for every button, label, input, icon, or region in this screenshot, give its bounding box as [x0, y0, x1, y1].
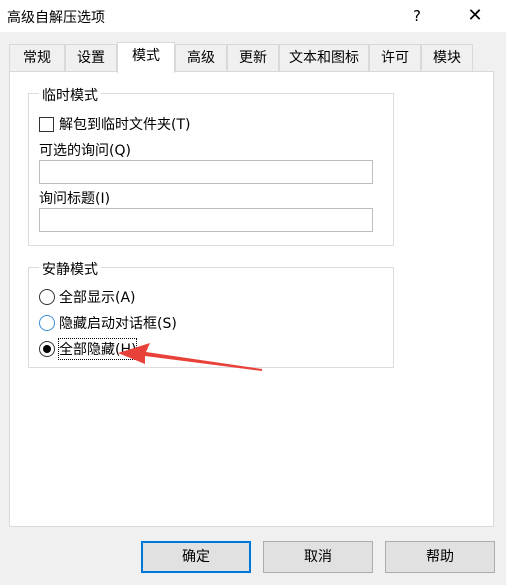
tab-update[interactable]: 更新: [227, 44, 279, 72]
temp-mode-title: 临时模式: [39, 85, 101, 105]
tab-module[interactable]: 模块: [421, 44, 473, 72]
ok-button[interactable]: 确定: [141, 541, 251, 573]
unpack-to-temp-checkbox[interactable]: [39, 116, 54, 132]
query-title-label: 询问标题(I): [39, 191, 111, 207]
tab-settings[interactable]: 设置: [65, 44, 117, 72]
unpack-to-temp-label: 解包到临时文件夹(T): [59, 117, 191, 133]
optional-query-label: 可选的询问(Q): [39, 143, 131, 159]
help-button[interactable]: 帮助: [385, 541, 495, 573]
unpack-to-temp-option[interactable]: 解包到临时文件夹(T): [39, 114, 190, 134]
close-icon[interactable]: ✕: [452, 0, 498, 32]
hide-all-option[interactable]: 全部隐藏(H): [39, 338, 138, 360]
show-all-radio[interactable]: [39, 289, 55, 305]
hide-start-dialog-option[interactable]: 隐藏启动对话框(S): [39, 313, 177, 333]
hide-start-dialog-radio[interactable]: [39, 315, 55, 331]
hide-all-radio[interactable]: [39, 341, 55, 357]
hide-all-label: 全部隐藏(H): [57, 338, 138, 360]
show-all-option[interactable]: 全部显示(A): [39, 287, 136, 307]
show-all-label: 全部显示(A): [59, 290, 136, 306]
silent-mode-group: 安静模式 全部显示(A) 隐藏启动对话框(S) 全部隐藏(H): [28, 259, 394, 368]
tab-strip: 常规 设置 模式 高级 更新 文本和图标 许可 模块: [9, 42, 489, 73]
cancel-button[interactable]: 取消: [263, 541, 373, 573]
window-title: 高级自解压选项: [7, 10, 105, 26]
tab-general[interactable]: 常规: [9, 44, 65, 72]
help-icon-button[interactable]: ?: [394, 0, 440, 32]
tab-text-and-icon[interactable]: 文本和图标: [279, 44, 369, 72]
tab-panel-mode: 临时模式 解包到临时文件夹(T) 可选的询问(Q) 询问标题(I) 安静模式 全…: [9, 71, 494, 527]
query-title-input[interactable]: [39, 208, 373, 232]
silent-mode-title: 安静模式: [39, 259, 101, 279]
hide-start-dialog-label: 隐藏启动对话框(S): [59, 316, 177, 332]
title-bar: 高级自解压选项 ? ✕: [0, 0, 506, 32]
tab-license[interactable]: 许可: [369, 44, 421, 72]
optional-query-input[interactable]: [39, 160, 373, 184]
tab-advanced[interactable]: 高级: [175, 44, 227, 72]
temp-mode-group: 临时模式 解包到临时文件夹(T) 可选的询问(Q) 询问标题(I): [28, 85, 394, 246]
tab-mode[interactable]: 模式: [117, 42, 175, 73]
